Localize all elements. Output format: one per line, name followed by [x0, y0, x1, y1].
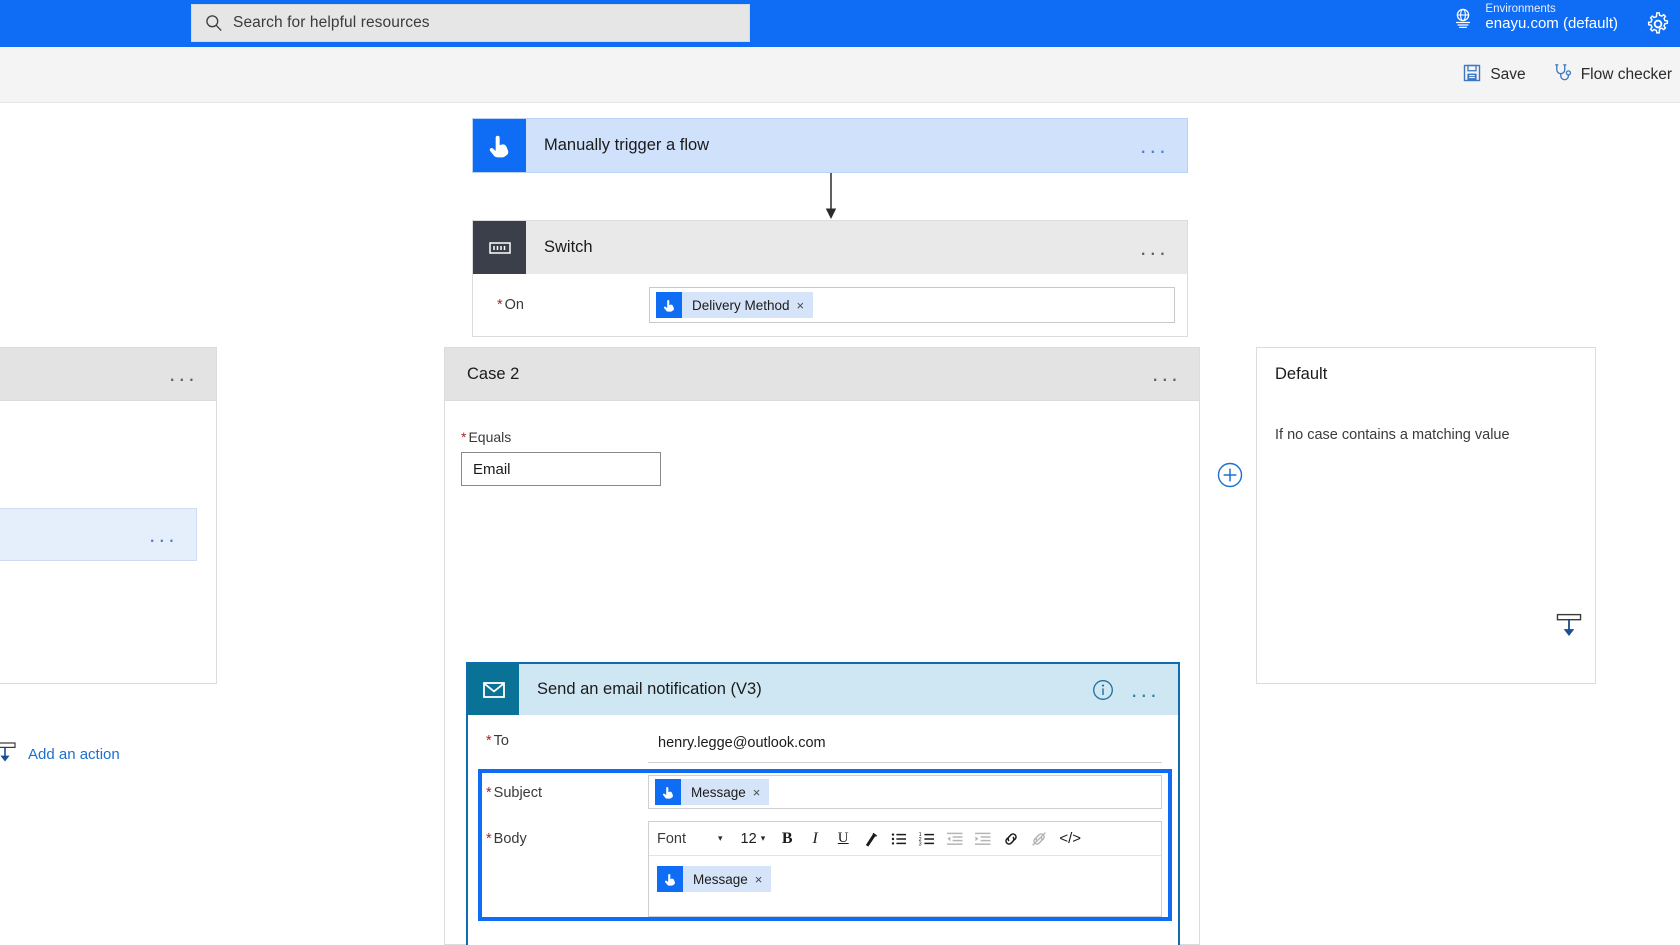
- subject-label: * Subject: [486, 785, 543, 801]
- save-button[interactable]: Save: [1458, 60, 1529, 91]
- add-an-action-label: Add an action: [28, 746, 120, 763]
- default-case-card[interactable]: Default If no case contains a matching v…: [1256, 347, 1596, 684]
- token-label: Message: [691, 784, 746, 800]
- bulleted-list-icon[interactable]: [885, 825, 913, 853]
- save-label: Save: [1490, 66, 1526, 83]
- switch-icon: [473, 221, 526, 274]
- manual-trigger-icon: [473, 119, 526, 172]
- subject-input[interactable]: Message ×: [648, 775, 1162, 809]
- connector-arrow: [824, 173, 838, 220]
- numbered-list-icon[interactable]: 1 2 3: [913, 825, 941, 853]
- font-family-value: Font: [657, 830, 687, 847]
- case-1-menu-button[interactable]: ...: [169, 363, 216, 385]
- case-2-title: Case 2: [467, 364, 520, 383]
- required-asterisk: *: [486, 831, 492, 847]
- switch-title: Switch: [544, 238, 593, 256]
- required-asterisk: *: [486, 785, 492, 801]
- environments-label: Environments: [1485, 3, 1556, 15]
- close-icon[interactable]: ×: [753, 785, 770, 800]
- environment-selector[interactable]: Environments enayu.com (default): [1451, 3, 1618, 33]
- body-content-area[interactable]: Message ×: [649, 856, 1161, 916]
- trigger-card-manually-trigger-a-flow[interactable]: Manually trigger a flow ...: [472, 118, 1188, 173]
- trigger-title: Manually trigger a flow: [544, 136, 710, 154]
- rte-toolbar: Font ▾ 12 ▾ B I U 1 2 3 </>: [649, 822, 1161, 856]
- flow-checker-button[interactable]: Flow checker: [1548, 59, 1676, 91]
- stethoscope-icon: [1552, 62, 1573, 88]
- required-asterisk: *: [461, 429, 467, 445]
- dynamic-token-message-subject[interactable]: Message ×: [655, 779, 770, 805]
- bold-icon[interactable]: B: [773, 825, 801, 853]
- search-placeholder: Search for helpful resources: [233, 14, 430, 31]
- case-2-menu-button[interactable]: ...: [1152, 363, 1199, 385]
- case-2-card[interactable]: Case 2 ... * Equals Email Send an email n…: [444, 347, 1200, 945]
- flow-checker-label: Flow checker: [1580, 66, 1672, 83]
- gear-icon[interactable]: [1644, 10, 1672, 38]
- text-color-icon[interactable]: [857, 825, 885, 853]
- token-label: Message: [693, 871, 748, 887]
- body-label: * Body: [486, 831, 527, 847]
- default-add-action-icon[interactable]: [1554, 610, 1584, 640]
- environment-name: enayu.com (default): [1485, 14, 1618, 32]
- required-asterisk: *: [497, 297, 503, 313]
- case-1-action-card[interactable]: ...: [0, 508, 197, 561]
- svg-text:3: 3: [919, 841, 922, 847]
- chevron-down-icon: ▾: [760, 833, 766, 843]
- close-icon[interactable]: ×: [797, 298, 814, 313]
- switch-on-label: * On: [497, 297, 524, 313]
- default-case-title: Default: [1275, 365, 1328, 383]
- designer-command-bar: Save Flow checker: [0, 47, 1680, 103]
- equals-input[interactable]: Email: [461, 452, 661, 486]
- link-icon[interactable]: [997, 825, 1025, 853]
- font-size-select[interactable]: 12 ▾: [733, 831, 774, 847]
- email-action-title: Send an email notification (V3): [537, 680, 762, 698]
- body-rich-text-editor[interactable]: Font ▾ 12 ▾ B I U 1 2 3 </> Message ×: [648, 821, 1162, 917]
- default-case-description: If no case contains a matching value: [1275, 427, 1510, 443]
- font-size-value: 12: [740, 830, 757, 847]
- equals-value: Email: [473, 460, 511, 478]
- add-action-icon: [0, 739, 18, 770]
- dynamic-token-message-body[interactable]: Message ×: [657, 866, 772, 892]
- italic-icon[interactable]: I: [801, 825, 829, 853]
- envelope-icon: [468, 664, 519, 715]
- search-input[interactable]: Search for helpful resources: [191, 4, 750, 42]
- search-icon: [204, 13, 224, 33]
- save-icon: [1462, 63, 1482, 88]
- dynamic-token-delivery-method[interactable]: Delivery Method ×: [656, 292, 814, 318]
- underline-icon[interactable]: U: [829, 825, 857, 853]
- token-label: Delivery Method: [692, 297, 790, 313]
- equals-label: * Equals: [461, 429, 512, 445]
- email-action-menu-button[interactable]: ...: [1131, 678, 1178, 700]
- unlink-icon[interactable]: [1025, 825, 1053, 853]
- to-input[interactable]: henry.legge@outlook.com: [648, 723, 1162, 763]
- close-icon[interactable]: ×: [755, 872, 772, 887]
- send-email-notification-card[interactable]: Send an email notification (V3) ... *To: [466, 662, 1180, 945]
- add-case-button[interactable]: [1215, 460, 1245, 490]
- decrease-indent-icon[interactable]: [941, 825, 969, 853]
- switch-card[interactable]: Switch ... * On Delivery Method ×: [472, 220, 1188, 337]
- increase-indent-icon[interactable]: [969, 825, 997, 853]
- manual-trigger-icon: [655, 779, 681, 805]
- chevron-down-icon: ▾: [718, 833, 723, 843]
- top-command-bar: Search for helpful resources Environment…: [0, 0, 1680, 47]
- to-label: * To: [486, 733, 509, 749]
- to-value: henry.legge@outlook.com: [658, 734, 826, 751]
- globe-icon: [1451, 6, 1475, 30]
- code-view-icon[interactable]: </>: [1053, 825, 1087, 853]
- add-an-action-button[interactable]: Add an action: [0, 739, 120, 770]
- case-1-action-menu-button[interactable]: ...: [149, 523, 196, 545]
- manual-trigger-icon: [656, 292, 682, 318]
- flow-canvas: Manually trigger a flow ... Switch ... *…: [0, 103, 1680, 945]
- manual-trigger-icon: [657, 866, 683, 892]
- font-family-select[interactable]: Font ▾: [657, 831, 733, 847]
- trigger-menu-button[interactable]: ...: [1140, 134, 1187, 156]
- switch-on-input[interactable]: Delivery Method ×: [649, 287, 1175, 323]
- info-icon[interactable]: [1091, 678, 1115, 702]
- switch-menu-button[interactable]: ...: [1140, 236, 1187, 258]
- required-asterisk: *: [486, 733, 492, 749]
